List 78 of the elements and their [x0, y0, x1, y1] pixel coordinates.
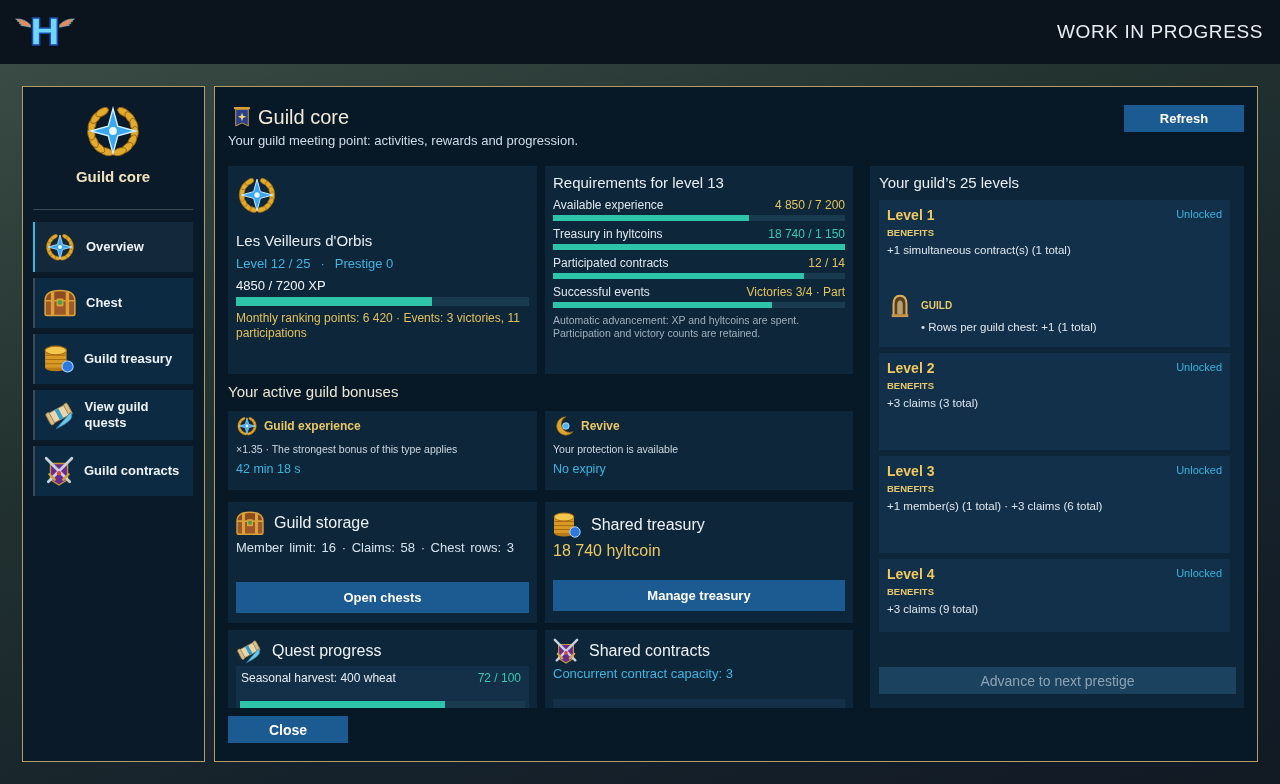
star-wreath-icon: [236, 415, 258, 437]
bonus-name: Revive: [581, 418, 620, 434]
chest-icon: [236, 511, 264, 536]
section-title: Your active guild bonuses: [228, 382, 400, 402]
separator-dot: ·: [320, 255, 325, 273]
requirement-label: Treasury in hyltcoins: [553, 226, 663, 242]
crescent-gem-icon: [553, 415, 575, 437]
benefit-text: +1 member(s) (1 total) · +3 claims (6 total): [887, 499, 1104, 514]
sidebar-item[interactable]: Overview: [33, 222, 193, 272]
bonus-duration: 42 min 18 s: [236, 461, 302, 477]
bonus-name: Guild experience: [264, 418, 361, 434]
bonus-description: Your protection is available: [553, 442, 680, 456]
benefits-label: BENEFITS: [887, 586, 935, 598]
requirement-label: Successful events: [553, 284, 650, 300]
sidebar-item[interactable]: Guild treasury: [33, 334, 193, 384]
close-button[interactable]: Close: [228, 716, 348, 743]
sidebar-item[interactable]: View guild quests: [33, 390, 193, 440]
benefits-label: BENEFITS: [887, 227, 935, 239]
open-chests-button[interactable]: Open chests: [236, 582, 529, 613]
level-status: Unlocked: [1176, 463, 1222, 477]
benefit-text: +1 simultaneous contract(s) (1 total): [887, 243, 1072, 258]
unlock-line: • Rows per guild chest: +1 (1 total): [921, 320, 1097, 335]
quest-value: 72 / 100: [477, 670, 521, 686]
requirements-note: Automatic advancement: XP and hyltcoins are spent. Participation and victory counts are retained.: [553, 314, 801, 340]
scroll-quill-icon: [44, 399, 75, 431]
level-status: Unlocked: [1176, 207, 1222, 221]
crossed-swords-icon: [44, 456, 74, 486]
quest-label: Seasonal harvest: 400 wheat: [241, 670, 396, 686]
arch-icon: [890, 294, 910, 318]
card-title: Shared treasury: [591, 515, 705, 535]
crossed-swords-icon: [553, 638, 579, 664]
bonus-description: ×1.35 · The strongest bonus of this type applies: [236, 442, 459, 456]
level-name: Level 4: [887, 565, 935, 583]
benefit-text: +3 claims (9 total): [887, 602, 980, 617]
guild-prestige: Prestige 0: [334, 255, 394, 273]
requirements-title: Requirements for level 13: [553, 174, 725, 192]
card-title: Shared contracts: [589, 641, 710, 661]
card-title: Quest progress: [272, 641, 382, 661]
level-name: Level 3: [887, 462, 935, 480]
card-title: Guild storage: [274, 513, 370, 534]
requirement-label: Available experience: [553, 197, 664, 213]
treasury-amount: 18 740 hyltcoin: [553, 541, 662, 561]
chest-icon: [44, 289, 76, 317]
ranking-stats: Monthly ranking points: 6 420 · Events: 3 victories, 11 participations: [236, 311, 521, 341]
requirement-label: Participated contracts: [553, 255, 669, 271]
star-wreath-icon: [44, 231, 76, 263]
unlock-category: GUILD: [921, 299, 954, 313]
level-status: Unlocked: [1176, 566, 1222, 580]
benefit-text: +3 claims (3 total): [887, 396, 980, 411]
scroll-quill-icon: [236, 638, 262, 664]
requirement-value: Victories 3/4 · Part: [746, 284, 845, 300]
coin-stack-icon: [44, 344, 74, 374]
benefits-label: BENEFITS: [887, 380, 935, 392]
sidebar-item[interactable]: Chest: [33, 278, 193, 328]
benefits-label: BENEFITS: [887, 483, 935, 495]
sidebar-title: Guild core: [74, 167, 152, 187]
banner-icon: [233, 106, 251, 128]
bonus-duration: No expiry: [553, 461, 607, 477]
manage-treasury-button[interactable]: Manage treasury: [553, 580, 845, 611]
level-status: Unlocked: [1176, 360, 1222, 374]
coin-stack-icon: [553, 511, 581, 539]
sidebar-item[interactable]: Guild contracts: [33, 446, 193, 496]
logo: H: [15, 11, 75, 53]
contract-capacity: Concurrent contract capacity: 3: [553, 666, 734, 682]
requirement-value: 18 740 / 1 150: [768, 226, 845, 242]
requirement-value: 12 / 14: [808, 255, 845, 271]
guild-name: Les Veilleurs d'Orbis: [236, 231, 374, 251]
refresh-button[interactable]: Refresh: [1124, 105, 1244, 132]
xp-text: 4850 / 7200 XP: [236, 277, 327, 295]
page-title: Guild core: [258, 105, 350, 130]
level-name: Level 1: [887, 206, 935, 224]
requirement-value: 4 850 / 7 200: [774, 197, 845, 213]
page-subtitle: Your guild meeting point: activities, rewards and progression.: [228, 132, 578, 150]
level-name: Level 2: [887, 359, 935, 377]
header-title: WORK IN PROGRESS: [1057, 21, 1263, 43]
guild-level: Level 12 / 25: [236, 255, 311, 273]
levels-title: Your guild’s 25 levels: [879, 174, 1021, 192]
storage-stats: Member limit: 16 · Claims: 58 · Chest rows: 3: [236, 539, 516, 556]
